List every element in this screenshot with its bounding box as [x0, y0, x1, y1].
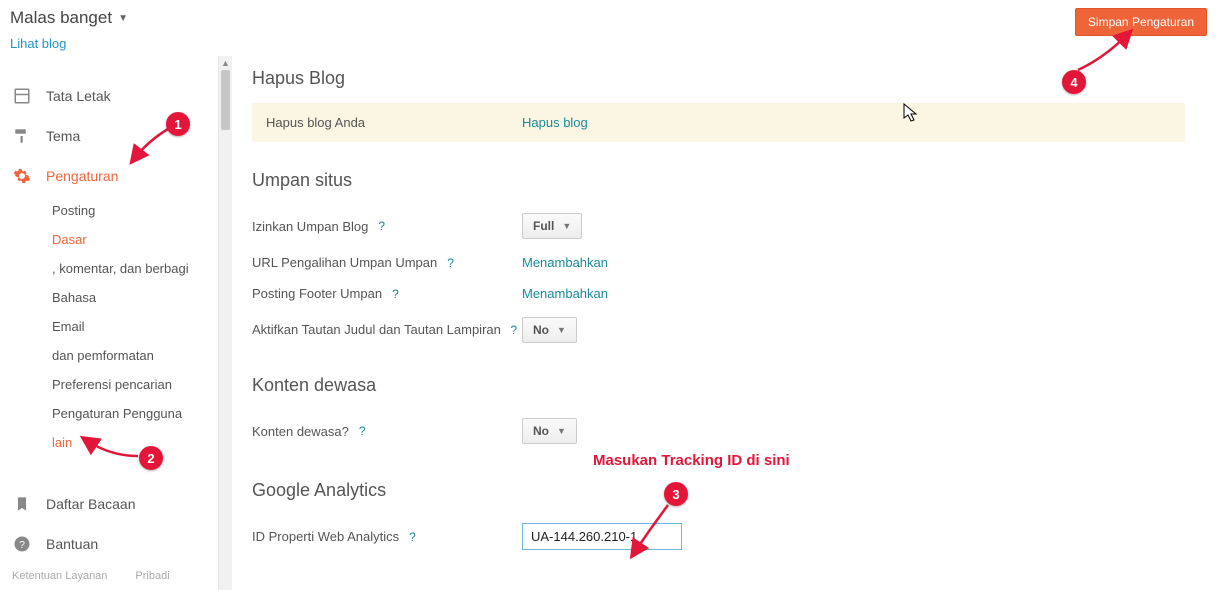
- row-allow-feed: Izinkan Umpan Blog ? Full ▼: [252, 205, 1185, 247]
- save-settings-button[interactable]: Simpan Pengaturan: [1075, 8, 1207, 36]
- allow-feed-label: Izinkan Umpan Blog: [252, 219, 368, 234]
- section-title-dewasa: Konten dewasa: [252, 375, 1185, 396]
- chevron-down-icon: ▼: [557, 426, 566, 436]
- analytics-id-label: ID Properti Web Analytics: [252, 529, 399, 544]
- row-analytics-id: ID Properti Web Analytics ?: [252, 515, 1185, 558]
- scroll-up-icon: ▲: [219, 58, 232, 68]
- header-left: Malas banget ▼ Lihat blog: [10, 8, 128, 51]
- row-adult-content: Konten dewasa? ? No ▼: [252, 410, 1185, 452]
- cursor-icon: [903, 103, 919, 123]
- help-icon[interactable]: ?: [392, 287, 399, 301]
- subnav-email[interactable]: Email: [52, 312, 218, 341]
- body-wrap: Tata Letak Tema Pengaturan Posting Dasar…: [0, 56, 1221, 590]
- row-feed-footer: Posting Footer Umpan ? Menambahkan: [252, 278, 1185, 309]
- sidebar-item-label: Pengaturan: [46, 168, 118, 184]
- feed-redirect-add-link[interactable]: Menambahkan: [522, 255, 608, 270]
- section-title-hapus: Hapus Blog: [252, 68, 1185, 89]
- sidebar-scrollbar[interactable]: ▲: [218, 56, 232, 590]
- privacy-link[interactable]: Pribadi: [135, 570, 169, 582]
- sidebar-item-label: Tema: [46, 128, 80, 144]
- bookmark-icon: [12, 494, 32, 514]
- paint-roller-icon: [12, 126, 32, 146]
- view-blog-link[interactable]: Lihat blog: [10, 36, 128, 51]
- sidebar-item-reading-list[interactable]: Daftar Bacaan: [0, 484, 218, 524]
- sidebar-item-help[interactable]: ? Bantuan: [0, 524, 218, 564]
- sidebar-item-label: Bantuan: [46, 536, 98, 552]
- sidebar-item-label: Daftar Bacaan: [46, 496, 136, 512]
- delete-blog-row: Hapus blog Anda Hapus blog: [252, 103, 1185, 142]
- svg-text:?: ?: [19, 539, 25, 551]
- settings-subnav: Posting Dasar , komentar, dan berbagi Ba…: [0, 196, 218, 457]
- header-bar: Malas banget ▼ Lihat blog Simpan Pengatu…: [0, 0, 1221, 51]
- layout-icon: [12, 86, 32, 106]
- allow-feed-dropdown[interactable]: Full ▼: [522, 213, 582, 239]
- delete-blog-label: Hapus blog Anda: [266, 115, 522, 130]
- gear-icon: [12, 166, 32, 186]
- section-title-umpan: Umpan situs: [252, 170, 1185, 191]
- sidebar-item-label: Tata Letak: [46, 88, 111, 104]
- dropdown-value: No: [533, 323, 549, 337]
- annotation-badge-4: 4: [1062, 70, 1086, 94]
- sidebar-legal: Ketentuan Layanan Pribadi: [0, 564, 218, 590]
- dropdown-value: Full: [533, 219, 554, 233]
- blog-title: Malas banget: [10, 8, 112, 28]
- annotation-badge-1: 1: [166, 112, 190, 136]
- dropdown-value: No: [533, 424, 549, 438]
- chevron-down-icon: ▼: [562, 221, 571, 231]
- subnav-dasar[interactable]: Dasar: [52, 225, 218, 254]
- subnav-komentar[interactable]: , komentar, dan berbagi: [52, 254, 218, 283]
- subnav-format[interactable]: dan pemformatan: [52, 341, 218, 370]
- adult-content-label: Konten dewasa?: [252, 424, 349, 439]
- chevron-down-icon: ▼: [557, 325, 566, 335]
- subnav-user-settings[interactable]: Pengaturan Pengguna: [52, 399, 218, 428]
- row-enable-title-links: Aktifkan Tautan Judul dan Tautan Lampira…: [252, 309, 1185, 351]
- feed-footer-add-link[interactable]: Menambahkan: [522, 286, 608, 301]
- feed-footer-label: Posting Footer Umpan: [252, 286, 382, 301]
- chevron-down-icon: ▼: [118, 13, 128, 24]
- subnav-posting[interactable]: Posting: [52, 196, 218, 225]
- annotation-badge-3: 3: [664, 482, 688, 506]
- sidebar-item-layout[interactable]: Tata Letak: [0, 76, 218, 116]
- help-icon[interactable]: ?: [409, 530, 416, 544]
- subnav-search-pref[interactable]: Preferensi pencarian: [52, 370, 218, 399]
- row-feed-redirect-url: URL Pengalihan Umpan Umpan ? Menambahkan: [252, 247, 1185, 278]
- help-icon[interactable]: ?: [447, 256, 454, 270]
- adult-content-dropdown[interactable]: No ▼: [522, 418, 577, 444]
- enable-links-dropdown[interactable]: No ▼: [522, 317, 577, 343]
- sidebar-item-settings[interactable]: Pengaturan: [0, 156, 218, 196]
- help-icon[interactable]: ?: [359, 424, 366, 438]
- enable-links-label: Aktifkan Tautan Judul dan Tautan Lampira…: [252, 322, 501, 337]
- blog-title-dropdown[interactable]: Malas banget ▼: [10, 8, 128, 28]
- scrollbar-thumb[interactable]: [221, 70, 230, 130]
- annotation-tracking-text: Masukan Tracking ID di sini: [593, 452, 790, 469]
- feed-redirect-label: URL Pengalihan Umpan Umpan: [252, 255, 437, 270]
- delete-blog-link[interactable]: Hapus blog: [522, 115, 588, 130]
- subnav-lain[interactable]: lain: [52, 428, 218, 457]
- help-icon[interactable]: ?: [511, 323, 518, 337]
- help-icon[interactable]: ?: [378, 219, 385, 233]
- subnav-bahasa[interactable]: Bahasa: [52, 283, 218, 312]
- annotation-badge-2: 2: [139, 446, 163, 470]
- section-title-ga: Google Analytics: [252, 480, 1185, 501]
- analytics-id-input[interactable]: [522, 523, 682, 550]
- main-content: Hapus Blog Hapus blog Anda Hapus blog Um…: [232, 56, 1221, 590]
- sidebar: Tata Letak Tema Pengaturan Posting Dasar…: [0, 56, 218, 590]
- help-icon: ?: [12, 534, 32, 554]
- terms-link[interactable]: Ketentuan Layanan: [12, 570, 107, 582]
